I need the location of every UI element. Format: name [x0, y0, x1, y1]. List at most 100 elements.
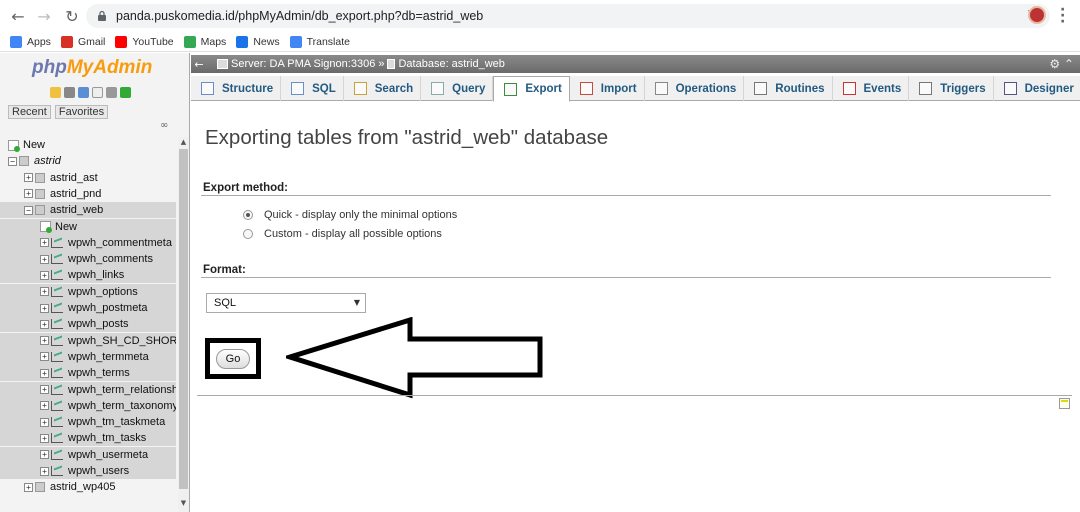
breadcrumb-database[interactable]: Database: astrid_web [398, 58, 504, 70]
tree-item-table[interactable]: + wpwh_termmeta [0, 348, 176, 365]
tree-item-table[interactable]: + wpwh_term_taxonomy [0, 397, 176, 414]
tab-triggers[interactable]: Triggers [909, 76, 994, 101]
collapse-arrow-icon[interactable]: ← [191, 58, 207, 71]
quick-option[interactable]: Quick - display only the minimal options [243, 209, 457, 221]
reload-icon[interactable]: ↻ [60, 4, 84, 28]
expand-toggle-icon[interactable]: + [24, 189, 33, 199]
tree-item-new[interactable]: New [0, 218, 176, 235]
expand-toggle-icon[interactable]: + [40, 238, 49, 248]
link-chain-icon[interactable]: ∞ [160, 120, 168, 131]
custom-option[interactable]: Custom - display all possible options [243, 228, 442, 240]
scroll-up-icon[interactable]: ▲ [179, 138, 188, 148]
tab-structure[interactable]: Structure [191, 76, 282, 101]
recent-tab[interactable]: Recent [8, 105, 51, 119]
expand-toggle-icon[interactable]: − [8, 156, 17, 166]
expand-toggle-icon[interactable]: + [40, 401, 49, 411]
table-icon [51, 237, 63, 248]
tab-designer[interactable]: Designer [994, 76, 1080, 101]
bookmark-gmail[interactable]: Gmail [60, 35, 106, 48]
tab-events[interactable]: Events [833, 76, 910, 101]
expand-toggle-icon[interactable]: + [40, 254, 49, 264]
tree-item-db[interactable]: − astrid_web [0, 202, 176, 219]
tab-sql[interactable]: SQL [281, 76, 344, 101]
tree-item-table[interactable]: + wpwh_tm_taskmeta [0, 414, 176, 431]
tree-item-table[interactable]: + wpwh_options [0, 283, 176, 300]
expand-toggle-icon[interactable]: + [40, 303, 49, 313]
bookmark-label: Gmail [77, 35, 106, 48]
expand-toggle-icon[interactable]: + [40, 385, 49, 394]
top-menu: Structure SQL Search Query Export Import Opera… [191, 76, 1080, 102]
tree-item-table[interactable]: + wpwh_users [0, 463, 176, 479]
bookmark-label: News [253, 35, 280, 48]
tab-import[interactable]: Import [570, 76, 645, 101]
tree-item-table[interactable]: + wpwh_usermeta [0, 446, 176, 463]
expand-toggle-icon[interactable]: + [40, 433, 49, 443]
profile-avatar[interactable] [1028, 6, 1046, 24]
expand-toggle-icon[interactable]: + [40, 417, 49, 427]
gear-icon[interactable]: ⚙ ⌃ [1049, 57, 1074, 71]
favorites-tab[interactable]: Favorites [54, 105, 109, 119]
refresh-icon[interactable] [120, 87, 131, 98]
breadcrumb-server[interactable]: Server: DA PMA Signon:3306 » [231, 58, 384, 70]
scroll-thumb[interactable] [179, 149, 188, 489]
help-icon[interactable] [78, 87, 89, 98]
tree-item-db[interactable]: + astrid_wp405 [0, 479, 176, 495]
bookmark-youtube[interactable]: YouTube [115, 35, 174, 48]
expand-toggle-icon[interactable]: + [40, 450, 49, 460]
logo-myadmin-text: MyAdmin [66, 57, 153, 78]
home-icon[interactable] [50, 87, 61, 98]
scroll-down-icon[interactable]: ▼ [179, 499, 188, 509]
expand-toggle-icon[interactable]: + [24, 173, 33, 183]
console-icon[interactable] [1059, 398, 1070, 409]
forward-arrow-icon[interactable]: → [32, 4, 56, 28]
menu-kebab-icon[interactable]: · · · [1060, 3, 1065, 29]
bookmark-maps[interactable]: Maps [183, 35, 226, 48]
tree-item-table[interactable]: + wpwh_term_relationshi [0, 381, 176, 398]
expand-toggle-icon[interactable]: + [40, 319, 49, 329]
expand-toggle-icon[interactable]: + [24, 482, 33, 492]
phpmyadmin-logo[interactable]: phpMyAdmin [32, 57, 152, 79]
tab-routines[interactable]: Routines [744, 76, 833, 101]
expand-toggle-icon[interactable]: + [40, 352, 49, 362]
tab-query[interactable]: Query [421, 76, 494, 101]
navigation-panel: phpMyAdmin Recent Favorites ∞ New − astrid… [0, 53, 190, 512]
tree-item-table[interactable]: + wpwh_comments [0, 251, 176, 268]
tab-search[interactable]: Search [344, 76, 422, 101]
bookmark-translate[interactable]: Translate [289, 35, 350, 48]
format-select[interactable]: SQL ▼ [206, 293, 366, 313]
back-arrow-icon[interactable]: ← [6, 4, 30, 28]
tree-item-db[interactable]: + astrid_pnd [0, 186, 176, 202]
query-icon [431, 82, 445, 95]
quick-radio[interactable] [243, 210, 253, 220]
tree-scrollbar[interactable]: ▲ ▼ [178, 137, 189, 512]
tree-item-table[interactable]: + wpwh_terms [0, 365, 176, 382]
tree-item-label: wpwh_termmeta [68, 350, 149, 363]
tab-export[interactable]: Export [493, 76, 570, 102]
tree-item-table[interactable]: + wpwh_commentmeta [0, 234, 176, 251]
logout-icon[interactable] [64, 87, 75, 98]
tree-item-table[interactable]: + wpwh_links [0, 267, 176, 284]
tree-item-new[interactable]: New [0, 137, 176, 153]
tree-item-server[interactable]: − astrid [0, 153, 176, 169]
bookmark-news[interactable]: News [236, 35, 280, 48]
tree-item-table[interactable]: + wpwh_SH_CD_SHORT [0, 332, 176, 349]
expand-toggle-icon[interactable]: − [24, 205, 33, 215]
table-icon [51, 270, 63, 281]
bookmark-apps[interactable]: Apps [10, 35, 51, 48]
expand-toggle-icon[interactable]: + [40, 336, 49, 346]
custom-radio[interactable] [243, 229, 253, 239]
expand-toggle-icon[interactable]: + [40, 466, 49, 476]
tree-item-table[interactable]: + wpwh_postmeta [0, 300, 176, 316]
database-icon [387, 59, 396, 69]
tree-item-table[interactable]: + wpwh_tm_tasks [0, 430, 176, 447]
expand-toggle-icon[interactable]: + [40, 368, 49, 378]
go-button[interactable]: Go [216, 349, 250, 369]
expand-toggle-icon[interactable]: + [40, 270, 49, 280]
expand-toggle-icon[interactable]: + [40, 287, 49, 297]
docs-icon[interactable] [92, 87, 103, 98]
tab-operations[interactable]: Operations [645, 76, 745, 101]
settings-icon[interactable] [106, 87, 117, 98]
address-bar[interactable]: panda.puskomedia.id/phpMyAdmin/db_export… [86, 4, 1050, 28]
tree-item-db[interactable]: + astrid_ast [0, 170, 176, 186]
tree-item-table[interactable]: + wpwh_posts [0, 316, 176, 333]
